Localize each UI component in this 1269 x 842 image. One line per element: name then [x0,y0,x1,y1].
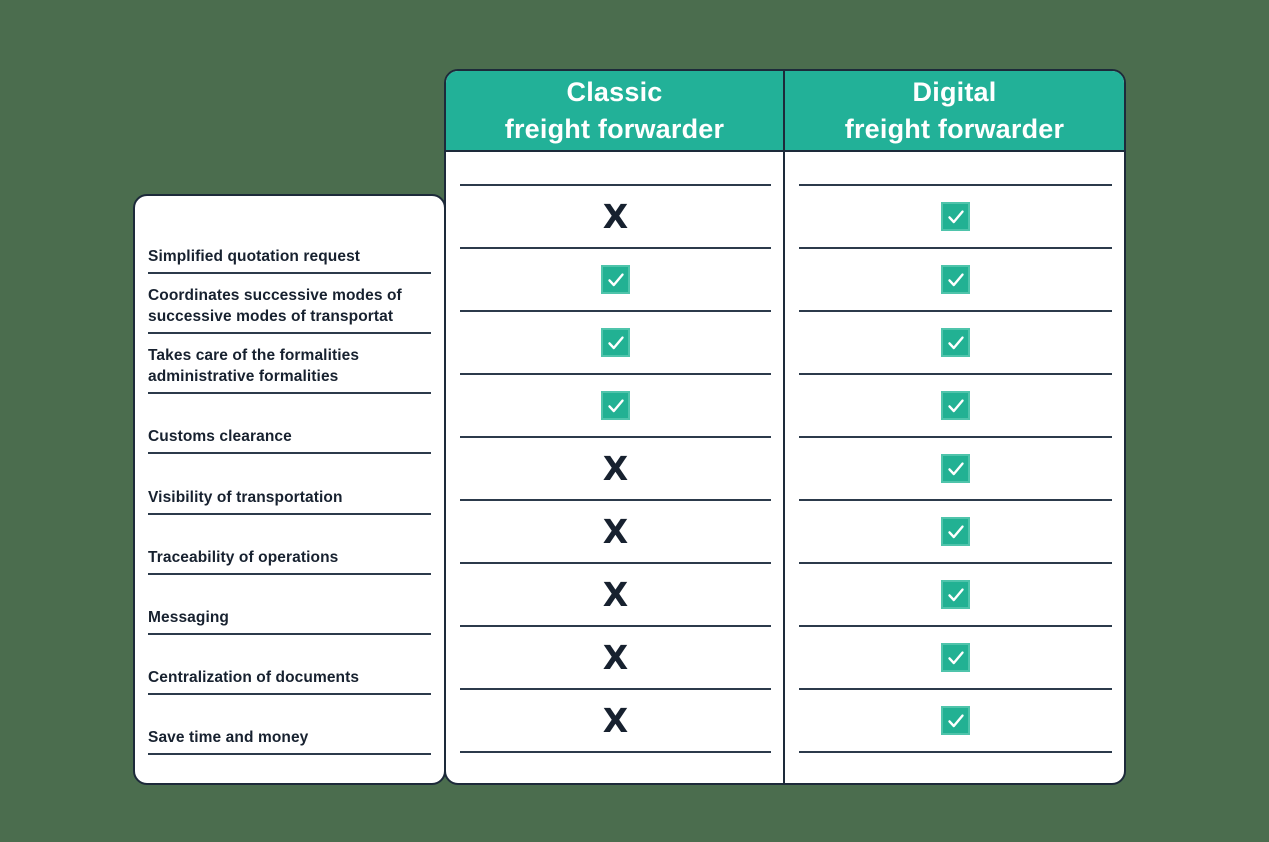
cross-icon: X [602,197,629,236]
check-icon [601,328,630,357]
cross-icon: X [602,638,629,677]
cell-classic-row-8: X [460,625,771,688]
cell-classic-row-3 [460,310,771,373]
check-icon [941,517,970,546]
feature-labels-card: Simplified quotation request Coordinates… [133,194,446,785]
column-header-digital: Digital freight forwarder [785,71,1124,152]
cell-digital-row-2 [799,247,1112,310]
feature-label-line1: Takes care of the formalities [148,347,360,365]
cell-digital-row-3 [799,310,1112,373]
feature-label-row: Traceability of operations [148,515,431,575]
check-icon [941,706,970,735]
column-classic-cells: X X X X X X [446,152,783,783]
check-icon [941,328,970,357]
feature-label-row: Coordinates successive modes of successi… [148,274,431,335]
cell-classic-row-7: X [460,562,771,625]
column-header-digital-line2: freight forwarder [844,113,1065,144]
feature-label: Customs clearance [148,428,292,446]
feature-label-line2: administrative formalities [148,368,339,386]
cross-icon: X [602,512,629,551]
cell-digital-row-6 [799,499,1112,562]
column-header-classic-line2: freight forwarder [504,113,725,144]
cells-bottom-spacer [799,753,1112,783]
check-icon [941,265,970,294]
check-icon [941,643,970,672]
feature-label: Visibility of transportation [148,488,343,506]
feature-label: Centralization of documents [148,668,360,686]
labels-bottom-spacer [148,755,431,783]
cell-classic-row-5: X [460,436,771,499]
column-header-classic-line1: Classic [566,76,663,107]
column-digital-cells [785,152,1124,783]
feature-label-line2: successive modes of transportat [148,308,394,326]
feature-label-row: Takes care of the formalities administra… [148,334,431,395]
check-icon [601,391,630,420]
column-header-classic: Classic freight forwarder [446,71,783,152]
feature-label-line1: Coordinates successive modes of [148,287,402,305]
cells-top-spacer [799,152,1112,184]
cross-icon: X [602,701,629,740]
feature-label-row: Messaging [148,575,431,635]
labels-top-spacer [148,196,431,214]
cell-classic-row-6: X [460,499,771,562]
feature-label: Takes care of the formalities administra… [148,345,359,387]
cell-digital-row-1 [799,184,1112,247]
check-icon [941,202,970,231]
cell-digital-row-9 [799,688,1112,753]
feature-label: Coordinates successive modes of successi… [148,285,402,327]
feature-label-row: Customs clearance [148,394,431,455]
feature-label: Save time and money [148,728,309,746]
column-classic-freight-forwarder: Classic freight forwarder X X X X X X [446,71,785,783]
column-digital-freight-forwarder: Digital freight forwarder [785,71,1124,783]
cross-icon: X [602,575,629,614]
cross-icon: X [602,449,629,488]
feature-label: Simplified quotation request [148,248,361,266]
cell-classic-row-9: X [460,688,771,753]
check-icon [941,580,970,609]
check-icon [601,265,630,294]
cell-digital-row-7 [799,562,1112,625]
cell-classic-row-2 [460,247,771,310]
cells-bottom-spacer [460,753,771,783]
check-icon [941,454,970,483]
feature-label: Traceability of operations [148,548,339,566]
cell-digital-row-4 [799,373,1112,436]
feature-label-row: Visibility of transportation [148,454,431,515]
cell-classic-row-4 [460,373,771,436]
cell-digital-row-8 [799,625,1112,688]
cell-classic-row-1: X [460,184,771,247]
cell-digital-row-5 [799,436,1112,499]
column-header-digital-line1: Digital [912,76,997,107]
feature-label-row: Simplified quotation request [148,214,431,275]
check-icon [941,391,970,420]
feature-label-row: Save time and money [148,695,431,755]
feature-label: Messaging [148,608,230,626]
cells-top-spacer [460,152,771,184]
comparison-table-card: Classic freight forwarder X X X X X X Di… [444,69,1126,785]
feature-label-row: Centralization of documents [148,635,431,695]
